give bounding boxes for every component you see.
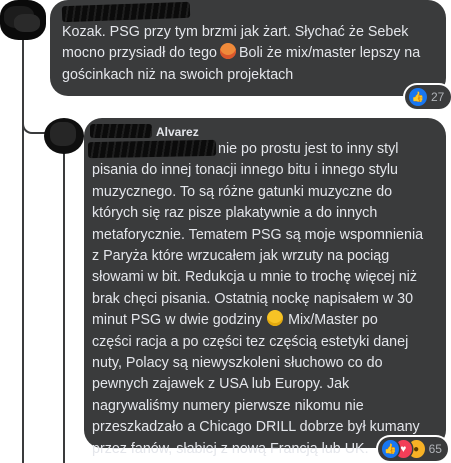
comment-author[interactable]: Alvarez — [156, 125, 199, 139]
comment-bubble: Alvarez nie po prostu jest to inny styl … — [84, 118, 446, 457]
comment-line: pewnych zajawek z USA lub Europy. Jak — [92, 376, 350, 393]
avatar[interactable] — [0, 0, 46, 40]
comment-line: Kozak. PSG przy tym brzmi jak żart. Słyc… — [62, 24, 409, 40]
like-icon: 👍 — [382, 440, 399, 458]
comment-line: przeszkadzało a Chicago DRILL dobrze był… — [92, 419, 420, 436]
comment-line: pisania do innej tonacji innego bitu i i… — [92, 162, 399, 179]
redacted-author-name — [61, 1, 191, 23]
comment-line: przez fanów, słabiej z nową Francją lub … — [92, 440, 369, 457]
comment-line: gościnkach niż na swoich projektach — [62, 66, 294, 83]
comment-line: metaforycznie. Tematem PSG są moje wspom… — [92, 226, 424, 243]
avatar[interactable] — [44, 118, 84, 154]
hot-face-emoji — [219, 43, 236, 60]
comment-line: nagrywaliśmy numery pierwsze nikomu nie — [92, 397, 364, 414]
comment-bubble: Kozak. PSG przy tym brzmi jak żart. Słyc… — [50, 0, 446, 96]
comment-line: części racja a po części tez częścią est… — [92, 333, 409, 350]
comment-line: muzycznego. To są różne gatunki muzyczne… — [92, 183, 393, 200]
smiling-face-emoji — [267, 310, 284, 327]
comment-line: minut PSG w dwie godziny Mix/Master po — [92, 310, 378, 329]
comment-line: z Paryża które wrzucałem jak wrzuty na p… — [92, 248, 390, 265]
reaction-summary[interactable]: 👍 27 — [405, 85, 451, 109]
comment-line: nie po prostu jest to inny styl — [218, 141, 399, 157]
comment-line: słowami w bit. Redukcja u mnie to trochę… — [92, 269, 417, 286]
like-icon: 👍 — [409, 88, 427, 106]
comment-line: których się raz pisze plakatywnie a do i… — [92, 205, 378, 222]
reaction-count: 65 — [428, 442, 442, 456]
thread-line-reply — [63, 150, 65, 463]
comment-line: brak chęci pisania. Ostatnią nockę napis… — [92, 290, 414, 307]
redacted-author-name — [90, 124, 152, 138]
comment-line: mocno przysiadł do tego Boli że mix/maste… — [62, 43, 421, 62]
reaction-count: 27 — [431, 90, 445, 104]
reaction-summary[interactable]: 👍 ♥ ● 65 — [378, 437, 448, 461]
comment-line: nuty, Polacy są niewyszkoleni słuchowo c… — [92, 355, 383, 372]
